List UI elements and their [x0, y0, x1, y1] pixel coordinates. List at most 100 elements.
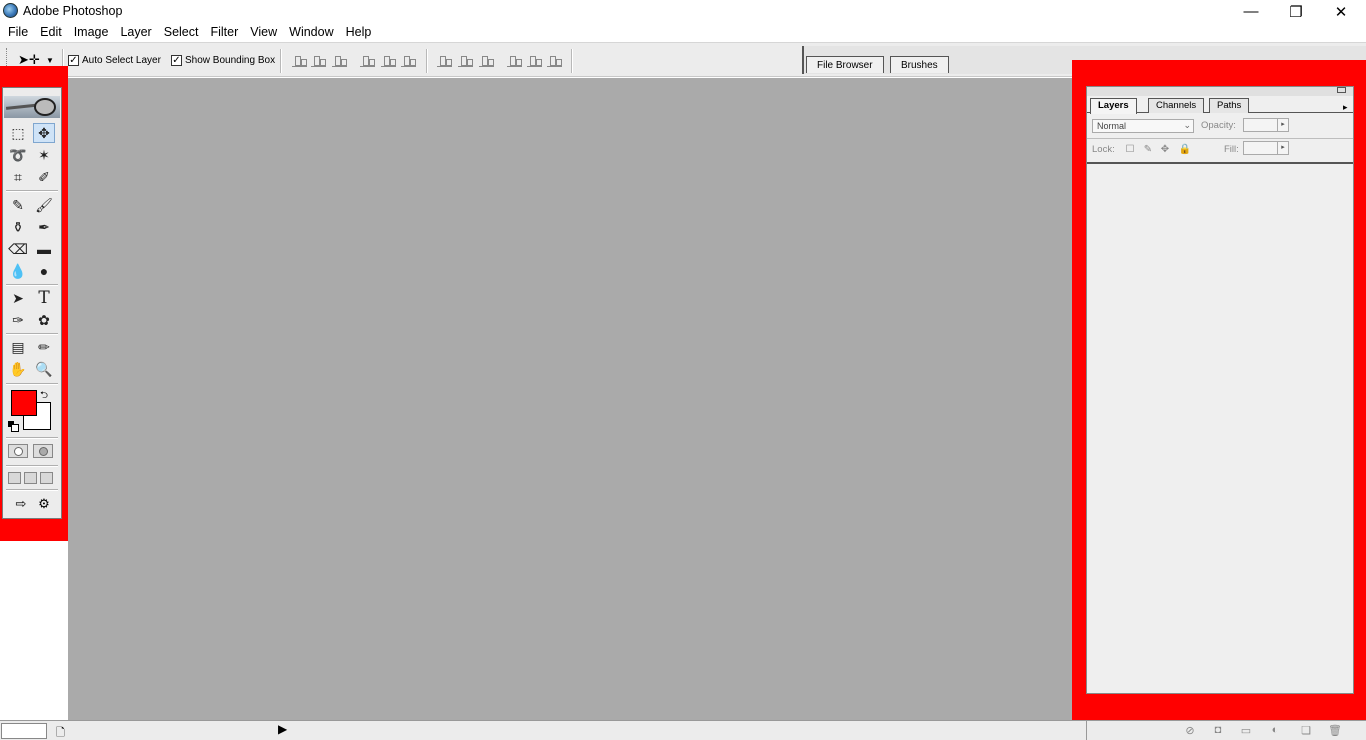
align-right-icon[interactable]	[401, 54, 416, 67]
distribute-vertical-center-icon[interactable]	[458, 54, 473, 67]
chevron-down-icon: ▼	[46, 56, 54, 65]
fill-slider-arrow-icon[interactable]: ▸	[1277, 142, 1288, 154]
slice-tool-icon[interactable]: ✐	[33, 167, 55, 187]
workspace-canvas-area[interactable]	[68, 78, 1072, 720]
palette-title-bar[interactable]	[1087, 87, 1353, 96]
eraser-tool-icon[interactable]: ⌫	[7, 239, 29, 259]
magic-wand-tool-icon[interactable]: ✶	[33, 145, 55, 165]
dodge-tool-icon[interactable]: ●	[33, 261, 55, 281]
close-button[interactable]: ✕	[1318, 0, 1364, 23]
align-top-icon[interactable]	[292, 54, 307, 67]
restore-button[interactable]: ❐	[1273, 0, 1319, 23]
distribute-left-icon[interactable]	[507, 54, 522, 67]
opacity-slider-arrow-icon[interactable]: ▸	[1277, 119, 1288, 131]
toolbox-header-logo[interactable]	[4, 96, 60, 118]
tab-layers[interactable]: Layers	[1090, 98, 1137, 114]
custom-shape-tool-icon[interactable]: ✿	[33, 310, 55, 330]
fill-label: Fill:	[1224, 144, 1239, 155]
menu-file[interactable]: File	[2, 23, 34, 42]
palette-tabs: Layers Channels Paths ▸	[1087, 96, 1353, 114]
move-tool-icon[interactable]: ✥	[33, 123, 55, 143]
layers-palette-footer: ⊘ ◘ ▭ ◐ ❏ 🗑	[1086, 721, 1356, 740]
tab-file-browser[interactable]: File Browser	[806, 56, 884, 73]
distribute-bottom-icon[interactable]	[479, 54, 494, 67]
notes-tool-icon[interactable]: ▤	[7, 337, 29, 357]
menu-image[interactable]: Image	[68, 23, 115, 42]
status-menu-arrow-icon[interactable]: ▶	[278, 722, 287, 736]
lock-image-pixels-icon[interactable]: ✎	[1142, 144, 1154, 155]
brush-tool-icon[interactable]: 🖌	[33, 195, 55, 215]
distribute-top-icon[interactable]	[437, 54, 452, 67]
align-vertical-center-icon[interactable]	[311, 54, 326, 67]
marquee-tool-icon[interactable]: ⬚	[7, 123, 29, 143]
standard-screen-mode-button[interactable]	[8, 472, 21, 484]
menu-filter[interactable]: Filter	[204, 23, 244, 42]
zoom-tool-icon[interactable]: 🔍	[33, 359, 55, 379]
lock-transparent-pixels-icon[interactable]: ☐	[1124, 144, 1136, 155]
document-info-icon[interactable]: 🗋	[56, 724, 65, 740]
jump-to-imageready-icon[interactable]: ⇨	[10, 495, 32, 513]
foreground-color-swatch[interactable]	[11, 390, 37, 416]
checkbox-check-icon: ✓	[171, 55, 182, 66]
blend-mode-select[interactable]: Normal ⌄	[1092, 119, 1194, 133]
standard-mode-button[interactable]	[8, 444, 28, 458]
tab-channels[interactable]: Channels	[1148, 98, 1205, 113]
layer-style-icon[interactable]: ⊘	[1183, 723, 1197, 737]
distribute-horizontal-center-icon[interactable]	[527, 54, 542, 67]
lasso-tool-icon[interactable]: ➰	[7, 145, 29, 165]
palette-divider	[1087, 138, 1353, 139]
tab-brushes[interactable]: Brushes	[890, 56, 949, 73]
full-screen-menubar-button[interactable]	[24, 472, 37, 484]
path-selection-tool-icon[interactable]: ➤	[7, 288, 29, 308]
new-layer-set-icon[interactable]: ▭	[1239, 723, 1253, 737]
options-separator	[280, 49, 282, 73]
healing-brush-tool-icon[interactable]: ✎	[7, 195, 29, 215]
menu-help[interactable]: Help	[340, 23, 378, 42]
add-mask-icon[interactable]: ◘	[1211, 723, 1225, 737]
full-screen-mode-button[interactable]	[40, 472, 53, 484]
swap-colors-icon[interactable]: ⮌	[40, 388, 48, 405]
opacity-field[interactable]: ▸	[1243, 118, 1289, 132]
menu-edit[interactable]: Edit	[34, 23, 68, 42]
toolbox-separator	[6, 489, 58, 491]
new-layer-icon[interactable]: ❏	[1299, 723, 1313, 737]
quick-mask-mode-button[interactable]	[33, 444, 53, 458]
type-tool-icon[interactable]: T	[33, 288, 55, 308]
checkbox-check-icon: ✓	[68, 55, 79, 66]
tab-paths[interactable]: Paths	[1209, 98, 1250, 113]
palette-menu-arrow-icon[interactable]: ▸	[1343, 102, 1348, 113]
distribute-right-icon[interactable]	[547, 54, 562, 67]
zoom-level-field[interactable]	[1, 723, 47, 739]
crop-tool-icon[interactable]: ⌗	[7, 167, 29, 187]
adjustment-layer-icon[interactable]: ◐	[1268, 723, 1282, 737]
fill-field[interactable]: ▸	[1243, 141, 1289, 155]
trash-icon[interactable]: 🗑	[1328, 723, 1342, 737]
menu-layer[interactable]: Layer	[114, 23, 157, 42]
pen-tool-icon[interactable]: ✑	[7, 310, 29, 330]
default-colors-icon[interactable]	[8, 421, 19, 432]
menu-window[interactable]: Window	[283, 23, 339, 42]
eyedropper-tool-icon[interactable]: ✏	[33, 337, 55, 357]
layers-list[interactable]	[1087, 162, 1353, 693]
lock-position-icon[interactable]: ✥	[1159, 144, 1171, 155]
show-bounding-box-label: Show Bounding Box	[185, 55, 276, 66]
show-bounding-box-checkbox[interactable]: ✓ Show Bounding Box	[171, 55, 275, 66]
eye-logo-icon	[34, 98, 56, 116]
imageready-icon[interactable]: ⚙	[33, 495, 55, 513]
align-left-icon[interactable]	[360, 54, 375, 67]
minimize-button[interactable]: —	[1228, 0, 1274, 23]
lock-all-icon[interactable]: 🔒	[1179, 144, 1191, 155]
gradient-tool-icon[interactable]: ▬	[33, 239, 55, 259]
align-bottom-icon[interactable]	[332, 54, 347, 67]
menu-view[interactable]: View	[244, 23, 283, 42]
menu-select[interactable]: Select	[158, 23, 205, 42]
align-horizontal-center-icon[interactable]	[381, 54, 396, 67]
window-title: Adobe Photoshop	[23, 4, 123, 18]
title-bar: Adobe Photoshop — ❐ ✕	[0, 0, 1366, 23]
collapse-palette-icon[interactable]	[1337, 87, 1346, 93]
clone-stamp-tool-icon[interactable]: ⚱	[7, 217, 29, 237]
auto-select-layer-checkbox[interactable]: ✓ Auto Select Layer	[68, 55, 161, 66]
hand-tool-icon[interactable]: ✋	[7, 359, 29, 379]
blur-tool-icon[interactable]: 💧	[7, 261, 29, 281]
history-brush-tool-icon[interactable]: ✒	[33, 217, 55, 237]
